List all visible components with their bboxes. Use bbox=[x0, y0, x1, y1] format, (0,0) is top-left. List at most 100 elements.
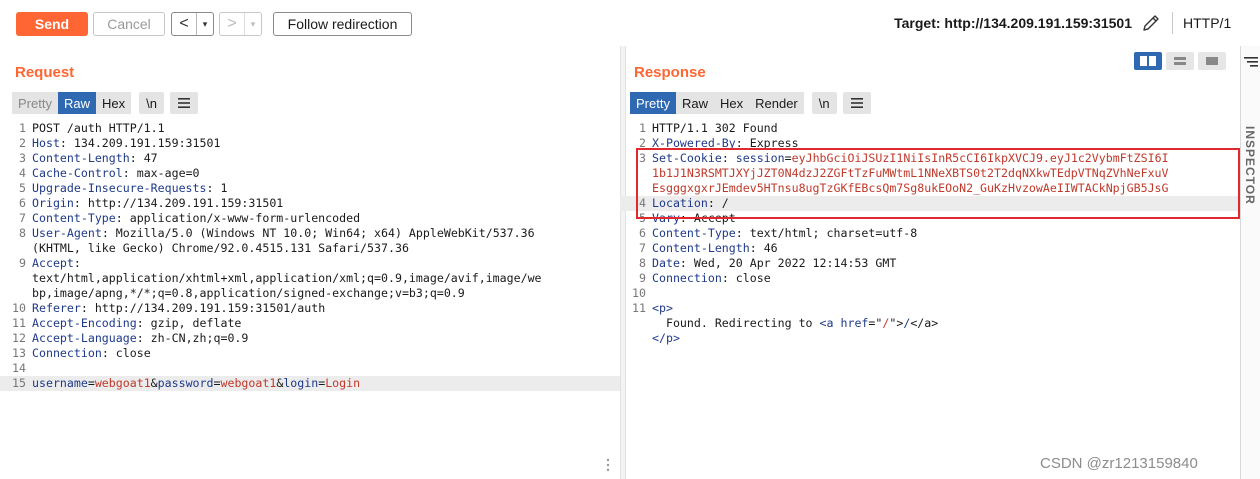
header-name: Accept-Language bbox=[32, 331, 137, 345]
response-tab-render[interactable]: Render bbox=[749, 92, 804, 114]
line-number: 1 bbox=[639, 121, 646, 135]
header-name: Host bbox=[32, 136, 60, 150]
inspector-label[interactable]: INSPECTOR bbox=[1243, 126, 1257, 205]
header-value: : http://134.209.191.159:31501 bbox=[73, 196, 284, 210]
html-token: href bbox=[840, 316, 869, 330]
code-line: 12 Accept-Language: zh-CN,zh;q=0.9 bbox=[0, 331, 620, 346]
html-token: "> bbox=[889, 316, 904, 330]
header-name: Accept-Encoding bbox=[32, 316, 137, 330]
code-line: 8 Date: Wed, 20 Apr 2022 12:14:53 GMT bbox=[620, 256, 1240, 271]
response-tab-hex[interactable]: Hex bbox=[713, 92, 750, 114]
history-forward-group[interactable]: > ▾ bbox=[219, 12, 262, 36]
header-name: Accept bbox=[32, 256, 74, 270]
code-line: 15 username=webgoat1&password=webgoat1&lo… bbox=[0, 376, 620, 391]
param-key: password bbox=[157, 376, 214, 390]
line-number: 9 bbox=[639, 271, 646, 285]
code-line: 1 HTTP/1.1 302 Found bbox=[620, 121, 1240, 136]
target-url: Target: http://134.209.191.159:31501 bbox=[894, 15, 1132, 31]
header-value: : 134.209.191.159:31501 bbox=[59, 136, 221, 150]
line-number: 15 bbox=[12, 376, 26, 390]
header-value: text/html,application/xhtml+xml,applicat… bbox=[32, 271, 542, 285]
back-arrow-icon[interactable]: < bbox=[172, 13, 196, 35]
code-line: 10 bbox=[620, 286, 1240, 301]
header-value: : 46 bbox=[749, 241, 778, 255]
line-content: Referer: http://134.209.191.159:31501/au… bbox=[32, 301, 620, 316]
http-version-toggle[interactable]: HTTP/1 bbox=[1183, 15, 1231, 31]
header-value: POST /auth HTTP/1.1 bbox=[32, 121, 165, 135]
html-token: </a> bbox=[910, 316, 939, 330]
line-content: username=webgoat1&password=webgoat1&logi… bbox=[32, 376, 620, 391]
history-back-group[interactable]: < ▾ bbox=[171, 12, 214, 36]
back-dropdown-icon[interactable]: ▾ bbox=[196, 13, 213, 35]
line-number: 11 bbox=[12, 316, 26, 330]
request-tab-pretty[interactable]: Pretty bbox=[12, 92, 58, 114]
request-editor[interactable]: 1 POST /auth HTTP/1.1 2 Host: 134.209.191.1… bbox=[0, 121, 620, 479]
code-line: 13 Connection: close bbox=[0, 346, 620, 361]
follow-redirection-button[interactable]: Follow redirection bbox=[273, 12, 412, 36]
inspector-panel[interactable]: INSPECTOR bbox=[1240, 46, 1260, 479]
toolbar: Send Cancel < ▾ > ▾ Follow redirection T… bbox=[0, 0, 1260, 46]
header-value: bp,image/apng,*/*;q=0.8,application/sign… bbox=[32, 286, 465, 300]
filter-lines-icon[interactable] bbox=[1244, 56, 1258, 71]
code-line: 8 User-Agent: Mozilla/5.0 (Windows NT 10.… bbox=[0, 226, 620, 241]
forward-dropdown-icon[interactable]: ▾ bbox=[244, 13, 261, 35]
response-pane: Response Pretty Raw Hex Render \n 1 HTTP/… bbox=[620, 46, 1240, 479]
line-content: Connection: close bbox=[32, 346, 620, 361]
pencil-icon[interactable] bbox=[1140, 12, 1162, 34]
line-content: Content-Type: application/x-www-form-url… bbox=[32, 211, 620, 226]
header-value: : Wed, 20 Apr 2022 12:14:53 GMT bbox=[679, 256, 897, 270]
param-value: Login bbox=[325, 376, 361, 390]
code-line: 9 Accept: bbox=[0, 256, 620, 271]
split-horizontal-icon[interactable] bbox=[1134, 52, 1162, 70]
response-title: Response bbox=[634, 64, 706, 81]
code-line: 11 <p> bbox=[620, 301, 1240, 316]
response-newline-toggle[interactable]: \n bbox=[811, 92, 837, 114]
line-number: 8 bbox=[639, 256, 646, 270]
request-tab-hex[interactable]: Hex bbox=[95, 92, 132, 114]
code-line: 6 Content-Type: text/html; charset=utf-8 bbox=[620, 226, 1240, 241]
param-key: login bbox=[283, 376, 319, 390]
highlight-annotation-box bbox=[636, 148, 1240, 219]
html-token: Found. Redirecting to bbox=[652, 316, 820, 330]
header-name: Upgrade-Insecure-Requests bbox=[32, 181, 207, 195]
request-newline-toggle[interactable]: \n bbox=[139, 92, 164, 114]
code-line: 2 Host: 134.209.191.159:31501 bbox=[0, 136, 620, 151]
hamburger-icon[interactable] bbox=[169, 92, 198, 114]
single-pane-icon[interactable] bbox=[1198, 52, 1226, 70]
hamburger-icon[interactable] bbox=[842, 92, 871, 114]
response-tab-raw[interactable]: Raw bbox=[675, 92, 714, 114]
header-value: : 47 bbox=[129, 151, 158, 165]
line-content: (KHTML, like Gecko) Chrome/92.0.4515.131… bbox=[32, 241, 620, 256]
forward-arrow-icon[interactable]: > bbox=[220, 13, 244, 35]
header-value: : bbox=[73, 256, 81, 270]
line-number: 9 bbox=[19, 256, 26, 270]
code-line: 7 Content-Length: 46 bbox=[620, 241, 1240, 256]
header-value: : gzip, deflate bbox=[136, 316, 242, 330]
line-content: text/html,application/xhtml+xml,applicat… bbox=[32, 271, 620, 286]
code-line: 4 Cache-Control: max-age=0 bbox=[0, 166, 620, 181]
line-number: 7 bbox=[19, 211, 26, 225]
line-number: 11 bbox=[632, 301, 646, 315]
line-number: 10 bbox=[632, 286, 646, 300]
header-value: : max-age=0 bbox=[122, 166, 200, 180]
header-name: Cache-Control bbox=[32, 166, 123, 180]
layout-toggle bbox=[1134, 52, 1226, 72]
line-number: 1 bbox=[19, 121, 26, 135]
param-value: webgoat1 bbox=[220, 376, 277, 390]
header-name: Content-Length bbox=[32, 151, 130, 165]
code-line: (KHTML, like Gecko) Chrome/92.0.4515.131… bbox=[0, 241, 620, 256]
header-value: HTTP/1.1 302 Found bbox=[652, 121, 778, 135]
line-number: 13 bbox=[12, 346, 26, 360]
line-content: Date: Wed, 20 Apr 2022 12:14:53 GMT bbox=[652, 256, 1240, 271]
response-tab-pretty[interactable]: Pretty bbox=[630, 92, 676, 114]
split-vertical-icon[interactable] bbox=[1166, 52, 1194, 70]
line-content: bp,image/apng,*/*;q=0.8,application/sign… bbox=[32, 286, 620, 301]
header-value: : application/x-www-form-urlencoded bbox=[115, 211, 361, 225]
request-title: Request bbox=[15, 64, 75, 81]
pane-resize-grip-icon[interactable] bbox=[606, 458, 610, 472]
watermark: CSDN @zr1213159840 bbox=[1040, 455, 1198, 472]
request-tab-raw[interactable]: Raw bbox=[57, 92, 96, 114]
send-button[interactable]: Send bbox=[16, 12, 88, 36]
cancel-button[interactable]: Cancel bbox=[93, 12, 165, 36]
line-content: Origin: http://134.209.191.159:31501 bbox=[32, 196, 620, 211]
